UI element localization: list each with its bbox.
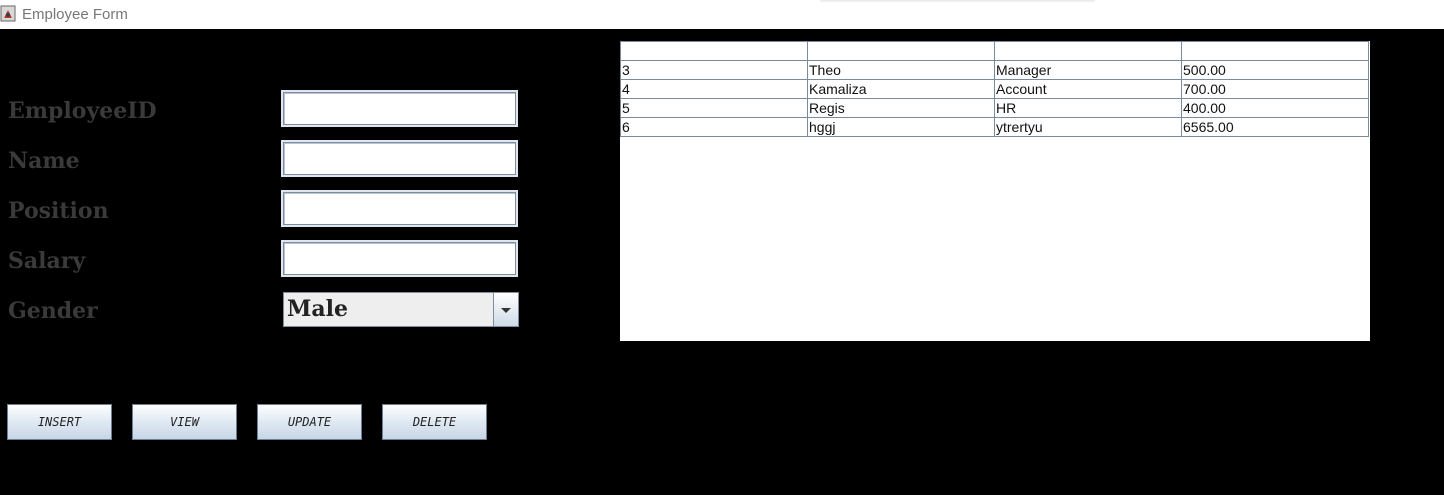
- table-cell[interactable]: 5: [620, 98, 808, 118]
- gender-select[interactable]: Male: [283, 292, 519, 327]
- salary-label: Salary: [8, 248, 86, 274]
- insert-button[interactable]: INSERT: [7, 404, 112, 440]
- table-row[interactable]: 6 hggj ytrertyu 6565.00: [620, 117, 1369, 137]
- table-cell[interactable]: HR: [994, 98, 1182, 118]
- window-title: Employee Form: [22, 6, 128, 23]
- table-cell[interactable]: 3: [620, 60, 808, 80]
- view-button[interactable]: VIEW: [132, 404, 237, 440]
- salary-input[interactable]: [281, 240, 518, 277]
- table-cell[interactable]: Kamaliza: [807, 79, 995, 99]
- table-row[interactable]: 4 Kamaliza Account 700.00: [620, 79, 1369, 99]
- table-cell[interactable]: 400.00: [1181, 98, 1369, 118]
- java-app-icon: [0, 5, 16, 22]
- column-header[interactable]: [620, 41, 808, 61]
- table-cell[interactable]: Account: [994, 79, 1182, 99]
- table-cell[interactable]: hggj: [807, 117, 995, 137]
- update-button[interactable]: UPDATE: [257, 404, 362, 440]
- column-header[interactable]: [994, 41, 1182, 61]
- table-cell[interactable]: 700.00: [1181, 79, 1369, 99]
- gender-selected-value: Male: [287, 296, 348, 322]
- table-cell[interactable]: Manager: [994, 60, 1182, 80]
- table-cell[interactable]: 6565.00: [1181, 117, 1369, 137]
- table-row[interactable]: 3 Theo Manager 500.00: [620, 60, 1369, 80]
- table-cell[interactable]: Theo: [807, 60, 995, 80]
- name-label: Name: [8, 148, 80, 174]
- table-cell[interactable]: Regis: [807, 98, 995, 118]
- employeeid-label: EmployeeID: [8, 98, 157, 124]
- title-shadow: [820, 0, 1095, 3]
- employeeid-input[interactable]: [281, 90, 518, 127]
- position-input[interactable]: [281, 190, 518, 227]
- employee-table-panel[interactable]: 3 Theo Manager 500.00 4 Kamaliza Account…: [620, 41, 1370, 341]
- column-header[interactable]: [1181, 41, 1369, 61]
- gender-label: Gender: [8, 298, 98, 324]
- delete-button[interactable]: DELETE: [382, 404, 487, 440]
- table-cell[interactable]: 6: [620, 117, 808, 137]
- table-cell[interactable]: 500.00: [1181, 60, 1369, 80]
- title-bar: Employee Form: [0, 0, 1444, 29]
- position-label: Position: [8, 198, 109, 224]
- chevron-down-icon[interactable]: [493, 293, 518, 326]
- employee-table[interactable]: 3 Theo Manager 500.00 4 Kamaliza Account…: [620, 41, 1369, 137]
- table-cell[interactable]: ytrertyu: [994, 117, 1182, 137]
- column-header[interactable]: [807, 41, 995, 61]
- name-input[interactable]: [281, 140, 518, 177]
- table-row[interactable]: 5 Regis HR 400.00: [620, 98, 1369, 118]
- table-header-row: [620, 41, 1369, 61]
- table-cell[interactable]: 4: [620, 79, 808, 99]
